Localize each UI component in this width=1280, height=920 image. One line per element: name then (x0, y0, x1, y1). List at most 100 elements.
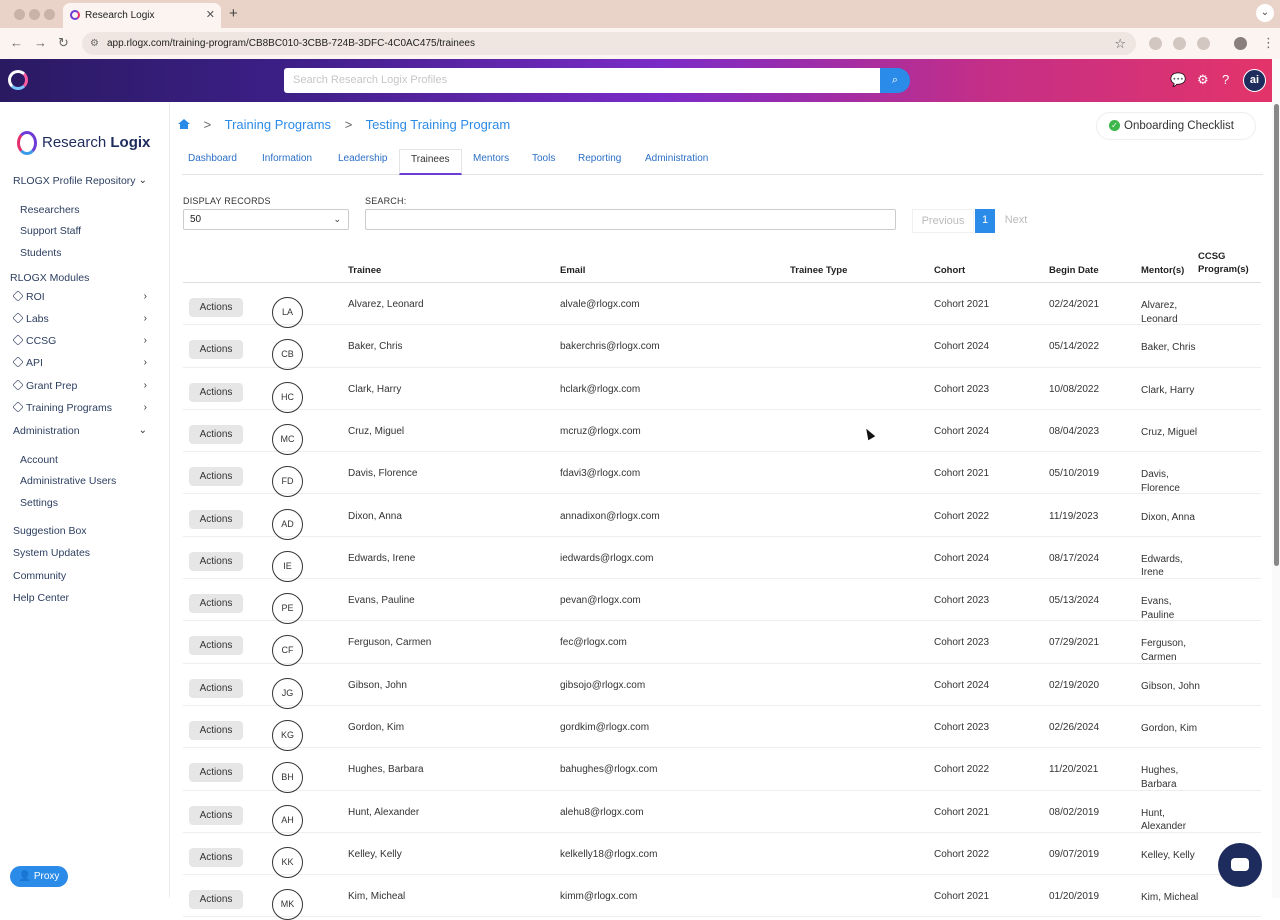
actions-button[interactable]: Actions (189, 298, 243, 317)
pagination-previous[interactable]: Previous (912, 209, 974, 233)
trainee-name[interactable]: Cruz, Miguel (348, 426, 404, 437)
trainee-name[interactable]: Hughes, Barbara (348, 764, 424, 775)
actions-button[interactable]: Actions (189, 847, 243, 867)
avatar[interactable]: IE (272, 550, 303, 582)
actions-button[interactable]: Actions (189, 890, 243, 910)
gear-icon[interactable]: ⚙ (1197, 72, 1209, 88)
actions-button[interactable]: Actions (189, 424, 243, 444)
chat-bubbles-icon[interactable]: 💬 (1170, 72, 1186, 88)
ai-assistant-button[interactable]: ai (1243, 69, 1266, 92)
extension-icon[interactable] (1149, 37, 1162, 50)
tab-information[interactable]: Information (262, 149, 312, 174)
avatar[interactable]: FD (272, 466, 303, 498)
sidebar-item-labs[interactable]: Labs (12, 312, 49, 325)
rlogx-logo-icon[interactable] (8, 70, 28, 90)
avatar[interactable]: LA (272, 297, 303, 328)
trainee-name[interactable]: Edwards, Irene (348, 553, 415, 564)
tab-search-chevron-icon[interactable]: ⌄ (1256, 4, 1274, 22)
site-settings-icon[interactable]: ⚙ (90, 32, 99, 55)
avatar[interactable]: PE (272, 593, 303, 625)
chevron-right-icon[interactable]: › (144, 291, 147, 302)
new-tab-button[interactable]: + (229, 5, 238, 22)
column-header-trainee-type[interactable]: Trainee Type (790, 264, 847, 277)
column-header-email[interactable]: Email (560, 264, 585, 277)
sidebar-item-api[interactable]: API (12, 356, 43, 369)
avatar[interactable]: CF (272, 635, 303, 667)
display-records-select[interactable]: 50 ⌄ (183, 209, 349, 230)
chevron-right-icon[interactable]: › (144, 380, 147, 391)
sidebar-item-system-updates[interactable]: System Updates (13, 547, 90, 559)
avatar[interactable]: MK (272, 889, 303, 920)
actions-button[interactable]: Actions (189, 594, 243, 614)
sidebar-item-help-center[interactable]: Help Center (13, 592, 69, 604)
trainee-name[interactable]: Baker, Chris (348, 341, 402, 352)
chevron-right-icon[interactable]: › (144, 357, 147, 368)
tab-leadership[interactable]: Leadership (338, 149, 387, 174)
sidebar-item-administration[interactable]: Administration (13, 425, 80, 437)
tab-reporting[interactable]: Reporting (578, 149, 621, 174)
extension-icon[interactable] (1173, 37, 1186, 50)
trainee-name[interactable]: Clark, Harry (348, 384, 401, 395)
close-tab-icon[interactable]: ✕ (206, 3, 215, 28)
avatar[interactable]: BH (272, 762, 303, 794)
window-close-control[interactable] (14, 9, 25, 20)
actions-button[interactable]: Actions (189, 382, 243, 402)
actions-button[interactable]: Actions (189, 467, 243, 487)
avatar[interactable]: CB (272, 339, 303, 371)
actions-button[interactable]: Actions (189, 763, 243, 783)
sidebar-item-settings[interactable]: Settings (20, 497, 58, 509)
column-header-mentors[interactable]: Mentor(s) (1141, 264, 1184, 277)
sidebar-item-researchers[interactable]: Researchers (20, 204, 80, 216)
sidebar-item-support-staff[interactable]: Support Staff (20, 225, 81, 237)
tab-trainees[interactable]: Trainees (399, 149, 462, 175)
actions-button[interactable]: Actions (189, 636, 243, 656)
actions-button[interactable]: Actions (189, 805, 243, 825)
sidebar-item-community[interactable]: Community (13, 570, 66, 582)
sidebar-item-roi[interactable]: ROI (12, 290, 45, 303)
tab-administration[interactable]: Administration (645, 149, 708, 174)
trainee-name[interactable]: Evans, Pauline (348, 595, 415, 606)
chat-support-button[interactable] (1218, 843, 1262, 887)
avatar[interactable]: AH (272, 804, 303, 836)
pagination-next[interactable]: Next (997, 209, 1035, 233)
profile-avatar-icon[interactable] (1234, 37, 1247, 50)
actions-button[interactable]: Actions (189, 509, 243, 529)
tab-tools[interactable]: Tools (532, 149, 555, 174)
chevron-right-icon[interactable]: › (144, 313, 147, 324)
column-header-begin-date[interactable]: Begin Date (1049, 264, 1099, 277)
avatar[interactable]: KG (272, 720, 303, 751)
actions-button[interactable]: Actions (189, 678, 243, 698)
avatar[interactable]: MC (272, 423, 303, 455)
trainee-name[interactable]: Alvarez, Leonard (348, 299, 424, 310)
onboarding-checklist-button[interactable]: ✓ Onboarding Checklist (1096, 112, 1256, 140)
avatar[interactable]: AD (272, 508, 303, 540)
breadcrumb-testing-training-program[interactable]: Testing Training Program (366, 117, 511, 132)
avatar[interactable]: KK (272, 846, 303, 878)
actions-button[interactable]: Actions (189, 551, 243, 571)
sidebar-item-administrative-users[interactable]: Administrative Users (20, 475, 116, 487)
pagination-page-1[interactable]: 1 (975, 209, 995, 233)
proxy-button[interactable]: 👤 Proxy (10, 866, 68, 887)
chevron-right-icon[interactable]: › (144, 335, 147, 346)
sidebar-item-students[interactable]: Students (20, 247, 61, 259)
avatar[interactable]: JG (272, 677, 303, 709)
reload-icon[interactable]: ↻ (58, 35, 69, 51)
sidebar-item-profile-repository[interactable]: RLOGX Profile Repository (13, 175, 136, 187)
bookmark-star-icon[interactable]: ☆ (1114, 32, 1126, 55)
chevron-down-icon[interactable]: ⌄ (139, 175, 147, 186)
window-zoom-control[interactable] (44, 9, 55, 20)
chevron-down-icon[interactable]: ⌄ (139, 425, 147, 436)
page-scrollbar-thumb[interactable] (1274, 104, 1279, 566)
sidebar-item-grant-prep[interactable]: Grant Prep (12, 379, 77, 392)
trainee-name[interactable]: Kelley, Kelly (348, 849, 402, 860)
tab-mentors[interactable]: Mentors (473, 149, 509, 174)
trainee-name[interactable]: Hunt, Alexander (348, 807, 419, 818)
column-header-cohort[interactable]: Cohort (934, 264, 965, 277)
browser-menu-icon[interactable]: ⋮ (1262, 35, 1275, 51)
window-minimize-control[interactable] (29, 9, 40, 20)
breadcrumb-training-programs[interactable]: Training Programs (225, 117, 331, 132)
forward-arrow-icon[interactable]: → (34, 35, 47, 50)
table-search-input[interactable] (365, 209, 896, 230)
home-icon[interactable] (178, 119, 190, 129)
trainee-name[interactable]: Ferguson, Carmen (348, 637, 431, 648)
